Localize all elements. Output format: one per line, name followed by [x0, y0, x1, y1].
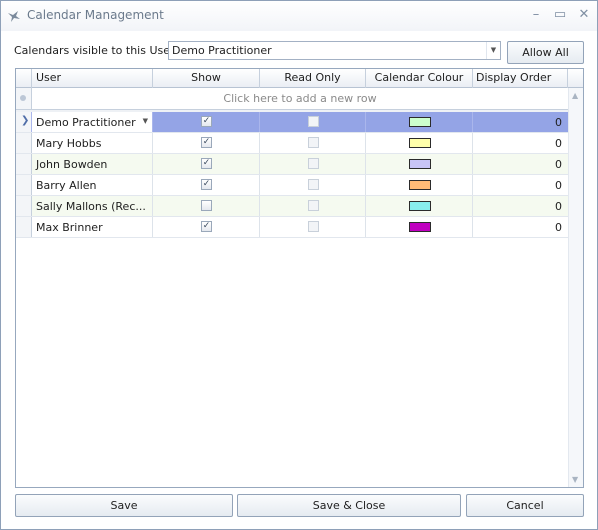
show-checkbox[interactable]: ✓: [201, 137, 212, 148]
user-select[interactable]: Demo Practitioner ▼: [168, 41, 501, 60]
table-row[interactable]: Max Brinner ✓ 0: [16, 217, 568, 238]
scroll-up-icon[interactable]: ▲: [572, 91, 578, 100]
show-checkbox[interactable]: ✓: [201, 179, 212, 190]
read-only-cell: [260, 154, 366, 174]
window-title: Calendar Management: [27, 8, 164, 22]
colour-swatch[interactable]: [409, 138, 431, 148]
allow-all-button[interactable]: Allow All: [507, 41, 584, 64]
user-cell[interactable]: Demo Practitioner ▼: [32, 112, 153, 132]
user-cell[interactable]: Max Brinner: [32, 217, 153, 237]
colour-swatch[interactable]: [409, 201, 431, 211]
save-button[interactable]: Save: [15, 494, 233, 517]
grid-header: User Show Read Only Calendar Colour Disp…: [16, 69, 583, 88]
colour-cell[interactable]: [366, 112, 473, 132]
row-indicator[interactable]: ❯: [16, 112, 32, 132]
show-checkbox[interactable]: ✓: [201, 158, 212, 169]
row-indicator[interactable]: [16, 175, 32, 195]
colour-swatch[interactable]: [409, 117, 431, 127]
show-cell: ✓: [153, 217, 260, 237]
user-name: Barry Allen: [36, 179, 97, 192]
maximize-button[interactable]: ▭: [550, 6, 570, 24]
scroll-down-icon[interactable]: ▼: [572, 475, 578, 484]
calendar-grid: User Show Read Only Calendar Colour Disp…: [15, 68, 584, 488]
column-header-read-only[interactable]: Read Only: [260, 69, 366, 88]
read-only-cell: [260, 175, 366, 195]
read-only-cell: [260, 133, 366, 153]
minimize-button[interactable]: –: [526, 6, 546, 24]
read-only-checkbox[interactable]: [308, 200, 319, 211]
table-row[interactable]: Mary Hobbs ✓ 0: [16, 133, 568, 154]
user-select-value: Demo Practitioner: [172, 44, 272, 57]
column-header-calendar-colour[interactable]: Calendar Colour: [366, 69, 473, 88]
read-only-checkbox[interactable]: [308, 179, 319, 190]
row-indicator[interactable]: [16, 133, 32, 153]
dropdown-arrow-icon[interactable]: ▼: [486, 42, 500, 59]
read-only-checkbox[interactable]: [308, 221, 319, 232]
column-header-display-order[interactable]: Display Order: [473, 69, 568, 88]
cancel-button[interactable]: Cancel: [466, 494, 584, 517]
show-cell: ✓: [153, 112, 260, 132]
row-indicator[interactable]: [16, 196, 32, 216]
save-and-close-button[interactable]: Save & Close: [237, 494, 461, 517]
visible-calendars-label: Calendars visible to this User...: [14, 44, 185, 57]
colour-cell[interactable]: [366, 175, 473, 195]
table-row[interactable]: Barry Allen ✓ 0: [16, 175, 568, 196]
read-only-cell: [260, 112, 366, 132]
read-only-checkbox[interactable]: [308, 116, 319, 127]
display-order-cell[interactable]: 0: [473, 133, 568, 153]
calendar-management-window: Calendar Management – ▭ ✕ Calendars visi…: [0, 0, 598, 530]
colour-swatch[interactable]: [409, 159, 431, 169]
colour-cell[interactable]: [366, 133, 473, 153]
title-bar: Calendar Management – ▭ ✕: [1, 1, 597, 31]
display-order-cell[interactable]: 0: [473, 196, 568, 216]
show-cell: ✓: [153, 133, 260, 153]
show-cell: [153, 196, 260, 216]
user-name: Mary Hobbs: [36, 137, 102, 150]
display-order-cell[interactable]: 0: [473, 154, 568, 174]
display-order-cell[interactable]: 0: [473, 217, 568, 237]
user-cell[interactable]: Barry Allen: [32, 175, 153, 195]
user-name: Max Brinner: [36, 221, 103, 234]
user-cell[interactable]: Mary Hobbs: [32, 133, 153, 153]
column-header-show[interactable]: Show: [153, 69, 260, 88]
new-row-indicator-icon: [16, 88, 32, 109]
colour-swatch[interactable]: [409, 180, 431, 190]
row-indicator[interactable]: [16, 217, 32, 237]
read-only-cell: [260, 217, 366, 237]
user-cell[interactable]: Sally Mallons (Rec...: [32, 196, 153, 216]
display-order-cell[interactable]: 0: [473, 112, 568, 132]
row-indicator[interactable]: [16, 154, 32, 174]
user-name: John Bowden: [36, 158, 108, 171]
header-indicator: [16, 69, 32, 88]
table-row[interactable]: John Bowden ✓ 0: [16, 154, 568, 175]
colour-cell[interactable]: [366, 217, 473, 237]
colour-cell[interactable]: [366, 154, 473, 174]
show-cell: ✓: [153, 154, 260, 174]
add-new-row[interactable]: Click here to add a new row: [16, 88, 568, 110]
user-name: Demo Practitioner: [36, 116, 136, 129]
user-cell[interactable]: John Bowden: [32, 154, 153, 174]
read-only-checkbox[interactable]: [308, 158, 319, 169]
vertical-scrollbar[interactable]: ▲ ▼: [568, 88, 583, 487]
read-only-cell: [260, 196, 366, 216]
show-cell: ✓: [153, 175, 260, 195]
column-header-user[interactable]: User: [32, 69, 153, 88]
header-scroll-corner: [568, 69, 583, 88]
show-checkbox[interactable]: ✓: [201, 221, 212, 232]
chevron-down-icon[interactable]: ▼: [143, 117, 148, 125]
show-checkbox[interactable]: [201, 200, 212, 211]
read-only-checkbox[interactable]: [308, 137, 319, 148]
close-button[interactable]: ✕: [574, 6, 594, 24]
colour-swatch[interactable]: [409, 222, 431, 232]
user-name: Sally Mallons (Rec...: [36, 200, 146, 213]
hummingbird-icon: [8, 11, 20, 22]
table-row[interactable]: Sally Mallons (Rec... 0: [16, 196, 568, 217]
table-row[interactable]: ❯ Demo Practitioner ▼ ✓ 0: [16, 112, 568, 133]
display-order-cell[interactable]: 0: [473, 175, 568, 195]
add-new-row-label: Click here to add a new row: [223, 92, 377, 105]
colour-cell[interactable]: [366, 196, 473, 216]
show-checkbox[interactable]: ✓: [201, 116, 212, 127]
current-row-arrow-icon: ❯: [21, 115, 30, 126]
